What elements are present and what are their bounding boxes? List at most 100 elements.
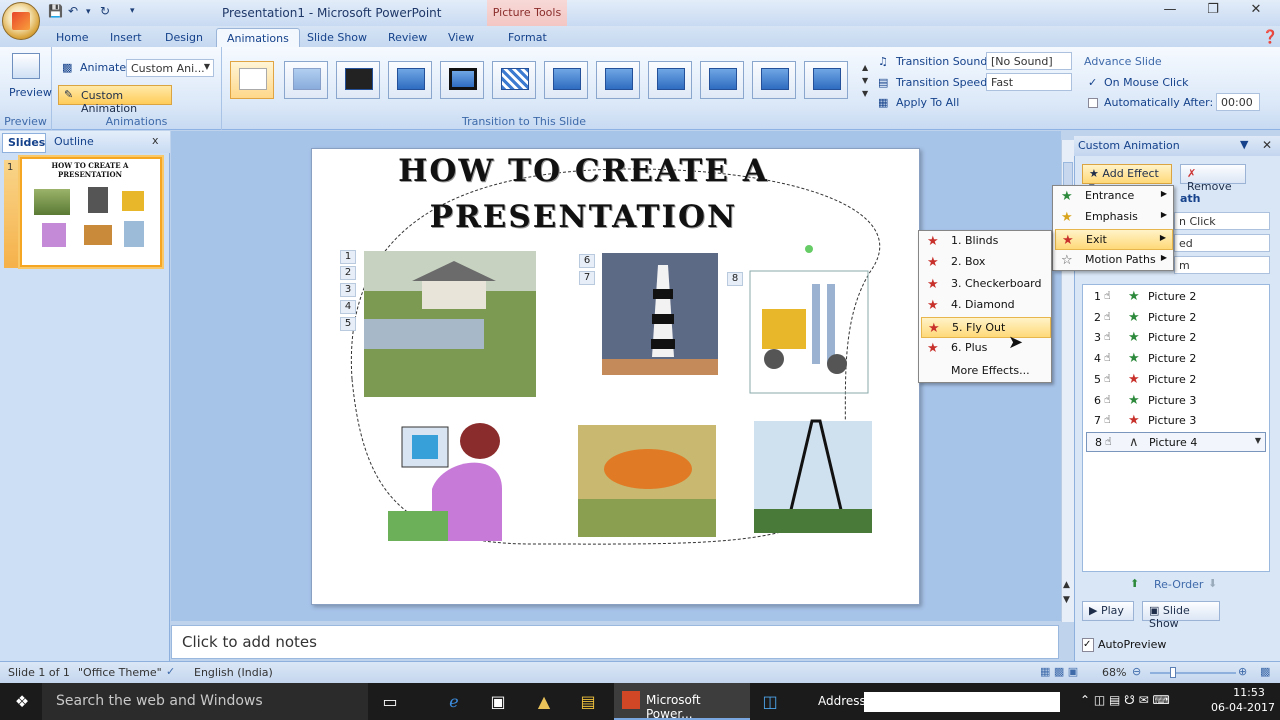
preview-icon[interactable] bbox=[12, 53, 40, 79]
taskbar-search[interactable]: Search the web and Windows bbox=[42, 683, 368, 720]
transition-cut[interactable] bbox=[388, 61, 432, 99]
minimize-icon[interactable]: — bbox=[1150, 2, 1190, 22]
move-down-icon[interactable]: ⬇ bbox=[1208, 577, 1217, 590]
tab-slides[interactable]: Slides bbox=[2, 133, 46, 153]
exit-fly-out[interactable]: ★ 5. Fly Out bbox=[921, 317, 1051, 338]
more-effects[interactable]: More Effects... bbox=[921, 361, 1051, 382]
pane-menu-icon[interactable]: ▼ bbox=[1240, 138, 1248, 151]
tab-insert[interactable]: Insert bbox=[100, 28, 152, 48]
exit-blinds[interactable]: ★ 1. Blinds bbox=[921, 231, 1051, 252]
transition-split[interactable] bbox=[752, 61, 796, 99]
slide-thumbnail[interactable]: HOW TO CREATE A PRESENTATION bbox=[18, 155, 164, 269]
tab-home[interactable]: Home bbox=[46, 28, 98, 48]
customize-qat-icon[interactable]: ▾ bbox=[130, 6, 135, 24]
remove-button[interactable]: ✗ Remove bbox=[1180, 164, 1246, 193]
gallery-scroll-icon[interactable]: ▲ ▼ ▼ bbox=[862, 61, 872, 101]
taskbar-powerpoint[interactable]: Microsoft Power... bbox=[614, 683, 750, 720]
close-icon[interactable]: ✕ bbox=[1236, 2, 1276, 22]
animation-list-item[interactable]: 5 ☝ ★ Picture 2 bbox=[1086, 370, 1266, 390]
transition-speed-dropdown[interactable]: Fast bbox=[986, 73, 1072, 91]
chevron-down-icon[interactable]: ▼ bbox=[1255, 436, 1261, 445]
menu-emphasis[interactable]: ★ Emphasis ▶ bbox=[1055, 207, 1173, 228]
remote-icon[interactable]: ◫ bbox=[750, 683, 790, 720]
close-pane-icon[interactable]: ✕ bbox=[1262, 138, 1272, 152]
animate-dropdown[interactable]: Custom Ani... ▼ bbox=[126, 59, 214, 77]
preview-button[interactable]: Preview bbox=[9, 86, 52, 99]
undo-icon[interactable]: ↶ bbox=[68, 4, 78, 22]
address-input[interactable] bbox=[864, 692, 1060, 712]
office-button[interactable] bbox=[2, 2, 40, 40]
transition-push[interactable] bbox=[804, 61, 848, 99]
custom-animation-button[interactable]: ✎ Custom Animation bbox=[58, 85, 172, 115]
animation-list-item[interactable]: 4 ☝ ★ Picture 2 bbox=[1086, 349, 1266, 369]
tab-animations[interactable]: Animations bbox=[216, 28, 300, 48]
tab-review[interactable]: Review bbox=[378, 28, 437, 48]
tab-format[interactable]: Format bbox=[498, 28, 557, 48]
move-up-icon[interactable]: ⬆ bbox=[1130, 577, 1139, 590]
edge-icon[interactable]: ℯ bbox=[434, 683, 474, 720]
exit-diamond[interactable]: ★ 4. Diamond bbox=[921, 295, 1051, 316]
spell-check-icon[interactable]: ✓ bbox=[166, 665, 175, 678]
zoom-slider[interactable] bbox=[1150, 672, 1236, 674]
tab-outline[interactable]: Outline bbox=[54, 135, 94, 148]
animation-list-item[interactable]: 6 ☝ ★ Picture 3 bbox=[1086, 391, 1266, 411]
save-icon[interactable]: 💾 bbox=[48, 4, 63, 22]
prev-slide-icon[interactable]: ▲ bbox=[1063, 580, 1070, 590]
help-icon[interactable]: ❓ bbox=[1262, 30, 1278, 45]
tab-view[interactable]: View bbox=[438, 28, 484, 48]
transition-sound-dropdown[interactable]: [No Sound] bbox=[986, 52, 1072, 70]
transition-none[interactable] bbox=[230, 61, 274, 99]
menu-entrance[interactable]: ★ Entrance ▶ bbox=[1055, 186, 1173, 207]
file-explorer-icon[interactable]: ▤ bbox=[568, 683, 608, 720]
auto-after-spinner[interactable]: 00:00 bbox=[1216, 93, 1260, 111]
transition-fade-black[interactable] bbox=[336, 61, 380, 99]
animation-list-item[interactable]: 1 ☝ ★ Picture 2 bbox=[1086, 287, 1266, 307]
menu-exit[interactable]: ★ Exit ▶ bbox=[1055, 229, 1173, 250]
animation-list-item[interactable]: 2 ☝ ★ Picture 2 bbox=[1086, 308, 1266, 328]
on-mouse-click-checkbox[interactable]: ✓ bbox=[1088, 76, 1097, 89]
transition-wipe-up[interactable] bbox=[700, 61, 744, 99]
auto-after-checkbox[interactable] bbox=[1088, 98, 1098, 108]
speed-dropdown[interactable]: m bbox=[1174, 256, 1270, 274]
apply-to-all-button[interactable]: Apply To All bbox=[896, 96, 959, 109]
animation-list-item[interactable]: 8 ☝ ∧ Picture 4 ▼ bbox=[1086, 431, 1266, 452]
transition-wipe-right[interactable] bbox=[648, 61, 692, 99]
next-slide-icon[interactable]: ▼ bbox=[1063, 595, 1070, 605]
transition-dissolve[interactable] bbox=[492, 61, 536, 99]
transition-fade[interactable] bbox=[284, 61, 328, 99]
add-effect-button[interactable]: ★ Add Effect ▾ bbox=[1082, 164, 1172, 193]
app-icon[interactable]: ▲ bbox=[524, 683, 564, 720]
exit-checkerboard[interactable]: ★ 3. Checkerboard bbox=[921, 274, 1051, 295]
windows-start-icon[interactable]: ❖ bbox=[2, 683, 42, 720]
zoom-in-icon[interactable]: ⊕ bbox=[1238, 665, 1247, 678]
transition-wipe-down[interactable] bbox=[544, 61, 588, 99]
play-button[interactable]: ▶ Play bbox=[1082, 601, 1134, 621]
forklift-picture[interactable] bbox=[762, 309, 806, 349]
exit-plus[interactable]: ★ 6. Plus bbox=[921, 338, 1051, 359]
transition-wipe-left[interactable] bbox=[596, 61, 640, 99]
restore-icon[interactable]: ❐ bbox=[1193, 2, 1233, 22]
animation-list-item[interactable]: 3 ☝ ★ Picture 2 bbox=[1086, 328, 1266, 348]
notes-field[interactable]: Click to add notes bbox=[171, 625, 1059, 659]
tab-slide-show[interactable]: Slide Show bbox=[297, 28, 377, 48]
close-pane-icon[interactable]: x bbox=[152, 134, 159, 147]
animation-list-item[interactable]: 7 ☝ ★ Picture 3 bbox=[1086, 411, 1266, 431]
task-view-icon[interactable]: ▭ bbox=[370, 683, 410, 720]
autopreview-checkbox[interactable]: ✓ bbox=[1082, 638, 1094, 652]
fit-to-window-icon[interactable]: ▩ bbox=[1260, 665, 1270, 678]
tray-icons[interactable]: ⌃ ◫ ▤ ☋ ✉ ⌨ bbox=[1080, 693, 1220, 707]
redo-icon[interactable]: ↻ bbox=[100, 4, 110, 22]
path-dropdown[interactable]: ed bbox=[1174, 234, 1270, 252]
menu-motion-paths[interactable]: ☆ Motion Paths ▶ bbox=[1055, 250, 1173, 271]
slide-title[interactable]: HOW TO CREATE A PRESENTATION bbox=[311, 148, 856, 240]
store-icon[interactable]: ▣ bbox=[478, 683, 518, 720]
zoom-out-icon[interactable]: ⊖ bbox=[1132, 665, 1141, 678]
transition-cut-black[interactable] bbox=[440, 61, 484, 99]
exit-box[interactable]: ★ 2. Box bbox=[921, 252, 1051, 273]
tab-design[interactable]: Design bbox=[155, 28, 213, 48]
start-dropdown[interactable]: n Click bbox=[1174, 212, 1270, 230]
slide-show-button[interactable]: ▣ Slide Show bbox=[1142, 601, 1220, 630]
view-buttons[interactable]: ▦ ▩ ▣ bbox=[1040, 665, 1096, 678]
undo-dropdown-icon[interactable]: ▾ bbox=[86, 7, 91, 25]
zoom-slider-thumb[interactable] bbox=[1170, 667, 1176, 678]
